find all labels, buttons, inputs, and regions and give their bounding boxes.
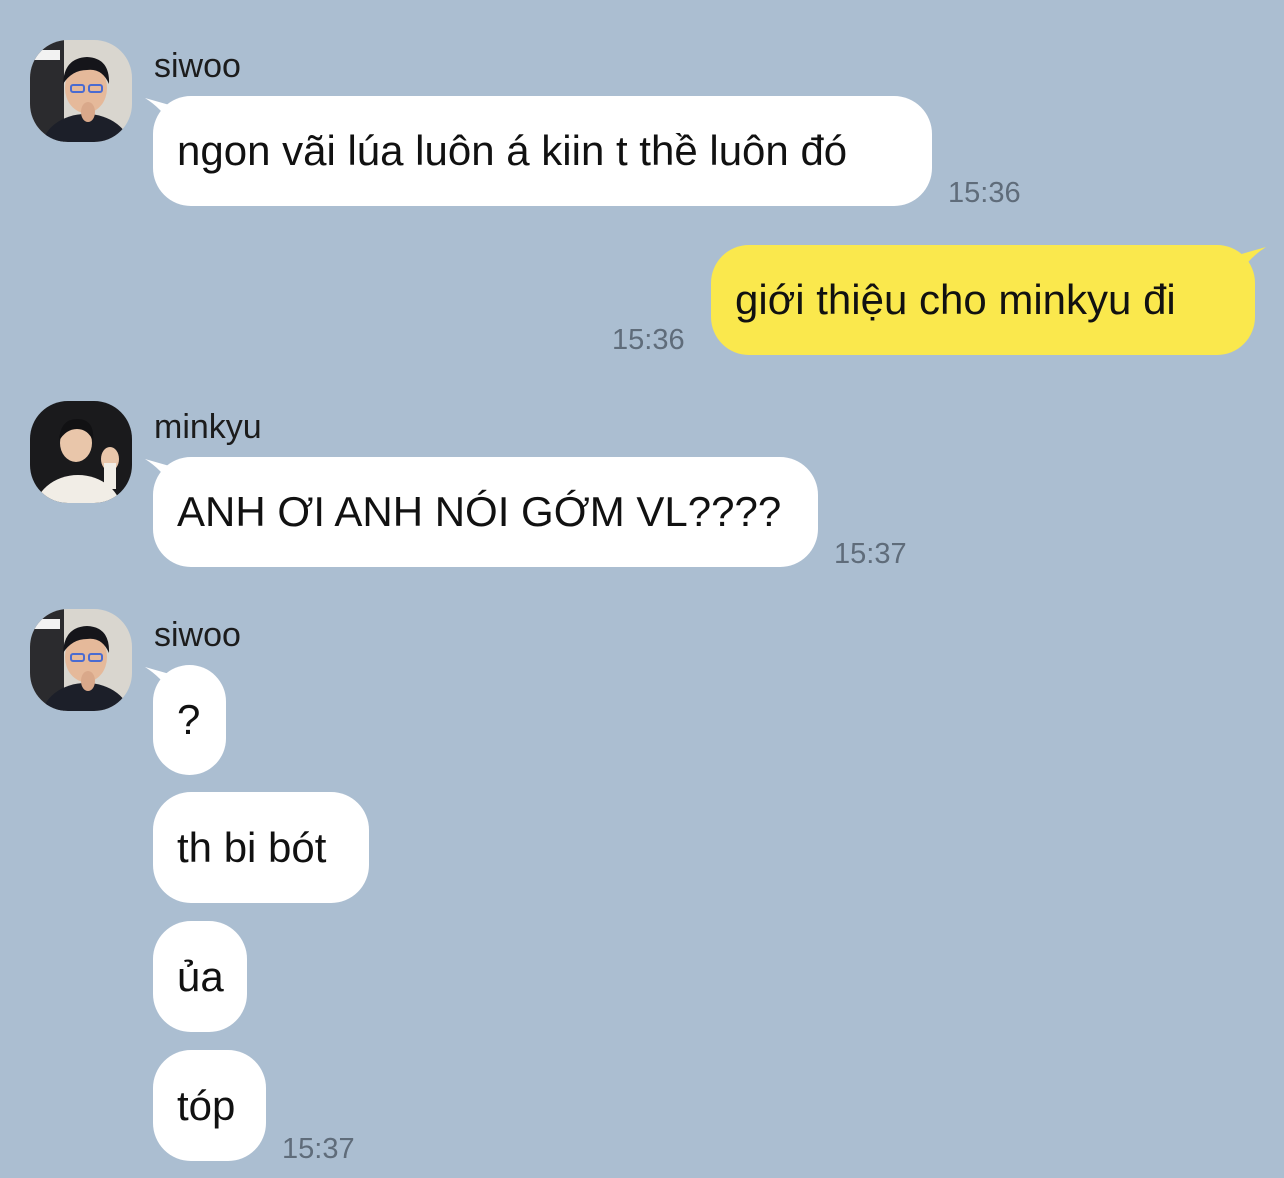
message-timestamp: 15:36 xyxy=(612,324,685,356)
sender-name-minkyu: minkyu xyxy=(154,408,262,446)
message-bubble[interactable]: ? xyxy=(153,665,226,775)
message-text: tóp xyxy=(177,1081,236,1129)
message-text: ANH ƠI ANH NÓI GỚM VL???? xyxy=(177,488,782,535)
sender-name-siwoo: siwoo xyxy=(154,47,241,85)
message-bubble[interactable]: ngon vãi lúa luôn á kiin t thề luôn đó xyxy=(153,96,932,206)
message-bubble[interactable]: th bi bót xyxy=(153,792,369,903)
message-bubble[interactable]: ủa xyxy=(153,921,247,1032)
message-timestamp: 15:37 xyxy=(282,1133,355,1165)
message-timestamp: 15:36 xyxy=(948,177,1021,209)
message-text: giới thiệu cho minkyu đi xyxy=(735,276,1176,323)
message-text: th bi bót xyxy=(177,823,327,871)
message-text: ? xyxy=(177,696,201,743)
siwoo-avatar[interactable] xyxy=(30,609,132,711)
message-timestamp: 15:37 xyxy=(834,538,907,570)
message-bubble[interactable]: giới thiệu cho minkyu đi xyxy=(711,245,1255,355)
sender-name-siwoo: siwoo xyxy=(154,616,241,654)
message-text: ngon vãi lúa luôn á kiin t thề luôn đó xyxy=(177,127,848,174)
siwoo-avatar[interactable] xyxy=(30,40,132,142)
message-bubble[interactable]: tóp xyxy=(153,1050,266,1161)
chat-thread[interactable]: siwoo ngon vãi lúa luôn á kiin t thề luô… xyxy=(0,0,1284,1178)
message-bubble[interactable]: ANH ƠI ANH NÓI GỚM VL???? xyxy=(153,457,818,567)
message-text: ủa xyxy=(177,952,224,1000)
minkyu-avatar[interactable] xyxy=(30,401,132,503)
